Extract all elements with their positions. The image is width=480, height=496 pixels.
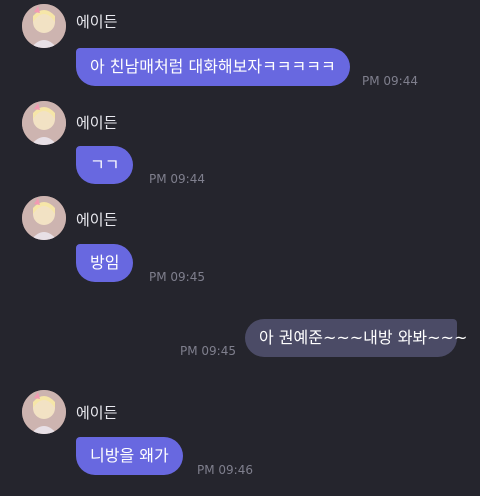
- message-bubble-incoming[interactable]: ㄱㄱ: [76, 146, 134, 184]
- message-timestamp: PM 09:44: [362, 74, 418, 88]
- message-bubble-incoming[interactable]: 아 친남매처럼 대화해보자ㅋㅋㅋㅋㅋ: [76, 48, 350, 86]
- message-timestamp: PM 09:45: [180, 344, 236, 358]
- profile-avatar-icon[interactable]: [22, 101, 66, 145]
- sender-name: 에이든: [76, 114, 118, 132]
- sender-name: 에이든: [76, 13, 118, 31]
- profile-avatar-icon[interactable]: [22, 390, 66, 434]
- chat-thread: 에이든 아 친남매처럼 대화해보자ㅋㅋㅋㅋㅋ PM 09:44 에이든 ㄱㄱ P…: [0, 0, 480, 496]
- message-timestamp: PM 09:44: [149, 172, 205, 186]
- message-bubble-incoming[interactable]: 니방을 왜가: [76, 437, 183, 475]
- message-timestamp: PM 09:45: [149, 270, 205, 284]
- profile-avatar-icon[interactable]: [22, 4, 66, 48]
- profile-avatar-icon[interactable]: [22, 196, 66, 240]
- message-bubble-outgoing[interactable]: 아 권예준~~~내방 와봐~~~: [245, 319, 467, 357]
- sender-name: 에이든: [76, 404, 118, 422]
- message-bubble-incoming[interactable]: 방임: [76, 244, 134, 282]
- message-timestamp: PM 09:46: [197, 463, 253, 477]
- sender-name: 에이든: [76, 211, 118, 229]
